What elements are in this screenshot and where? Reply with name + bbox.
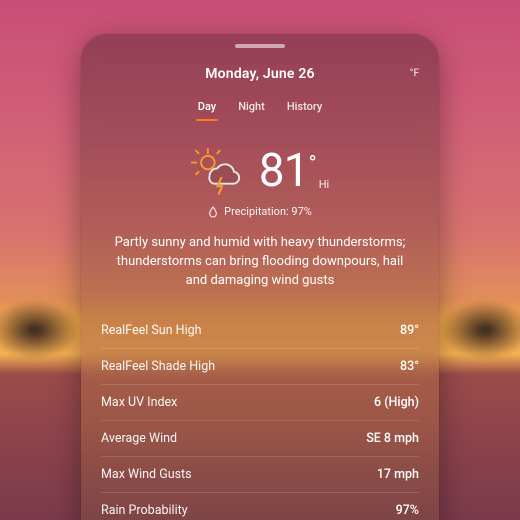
unit-toggle[interactable]: °F [406, 66, 423, 81]
hero-section: 81 ° Hi [101, 147, 419, 195]
droplet-icon [208, 206, 218, 218]
temperature-value: 81 [259, 148, 309, 194]
sun-cloud-thunder-icon [191, 147, 245, 195]
forecast-description: Partly sunny and humid with heavy thunde… [107, 234, 413, 291]
precipitation-label: Precipitation: 97% [224, 205, 312, 218]
degree-symbol: ° [308, 152, 316, 177]
detail-label: Rain Probability [101, 503, 188, 518]
time-tabs: Day Night History [101, 100, 419, 121]
detail-value: 17 mph [377, 467, 419, 482]
tab-history[interactable]: History [287, 100, 322, 121]
detail-row: RealFeel Shade High 83° [101, 349, 419, 385]
hi-label: Hi [319, 178, 330, 191]
details-list: RealFeel Sun High 89° RealFeel Shade Hig… [101, 313, 419, 520]
detail-row: RealFeel Sun High 89° [101, 313, 419, 349]
detail-row: Rain Probability 97% [101, 493, 419, 520]
detail-value: 89° [400, 323, 419, 338]
detail-label: Average Wind [101, 431, 177, 446]
detail-label: RealFeel Shade High [101, 359, 215, 374]
detail-value: 83° [400, 359, 419, 374]
tab-day[interactable]: Day [198, 100, 216, 121]
detail-value: SE 8 mph [366, 431, 419, 446]
detail-label: Max Wind Gusts [101, 467, 192, 482]
detail-row: Max UV Index 6 (High) [101, 385, 419, 421]
detail-value: 97% [396, 503, 419, 518]
detail-value: 6 (High) [374, 395, 419, 410]
detail-row: Average Wind SE 8 mph [101, 421, 419, 457]
detail-label: RealFeel Sun High [101, 323, 202, 338]
tab-night[interactable]: Night [238, 100, 265, 121]
precipitation-row: Precipitation: 97% [101, 205, 419, 218]
detail-row: Max Wind Gusts 17 mph [101, 457, 419, 493]
weather-card: Monday, June 26 °F Day Night History 81 … [81, 34, 439, 520]
card-header: Monday, June 26 °F [101, 66, 419, 82]
temperature-block: 81 ° Hi [259, 148, 329, 194]
device-notch [235, 44, 285, 48]
detail-label: Max UV Index [101, 395, 177, 410]
date-title: Monday, June 26 [101, 66, 419, 82]
